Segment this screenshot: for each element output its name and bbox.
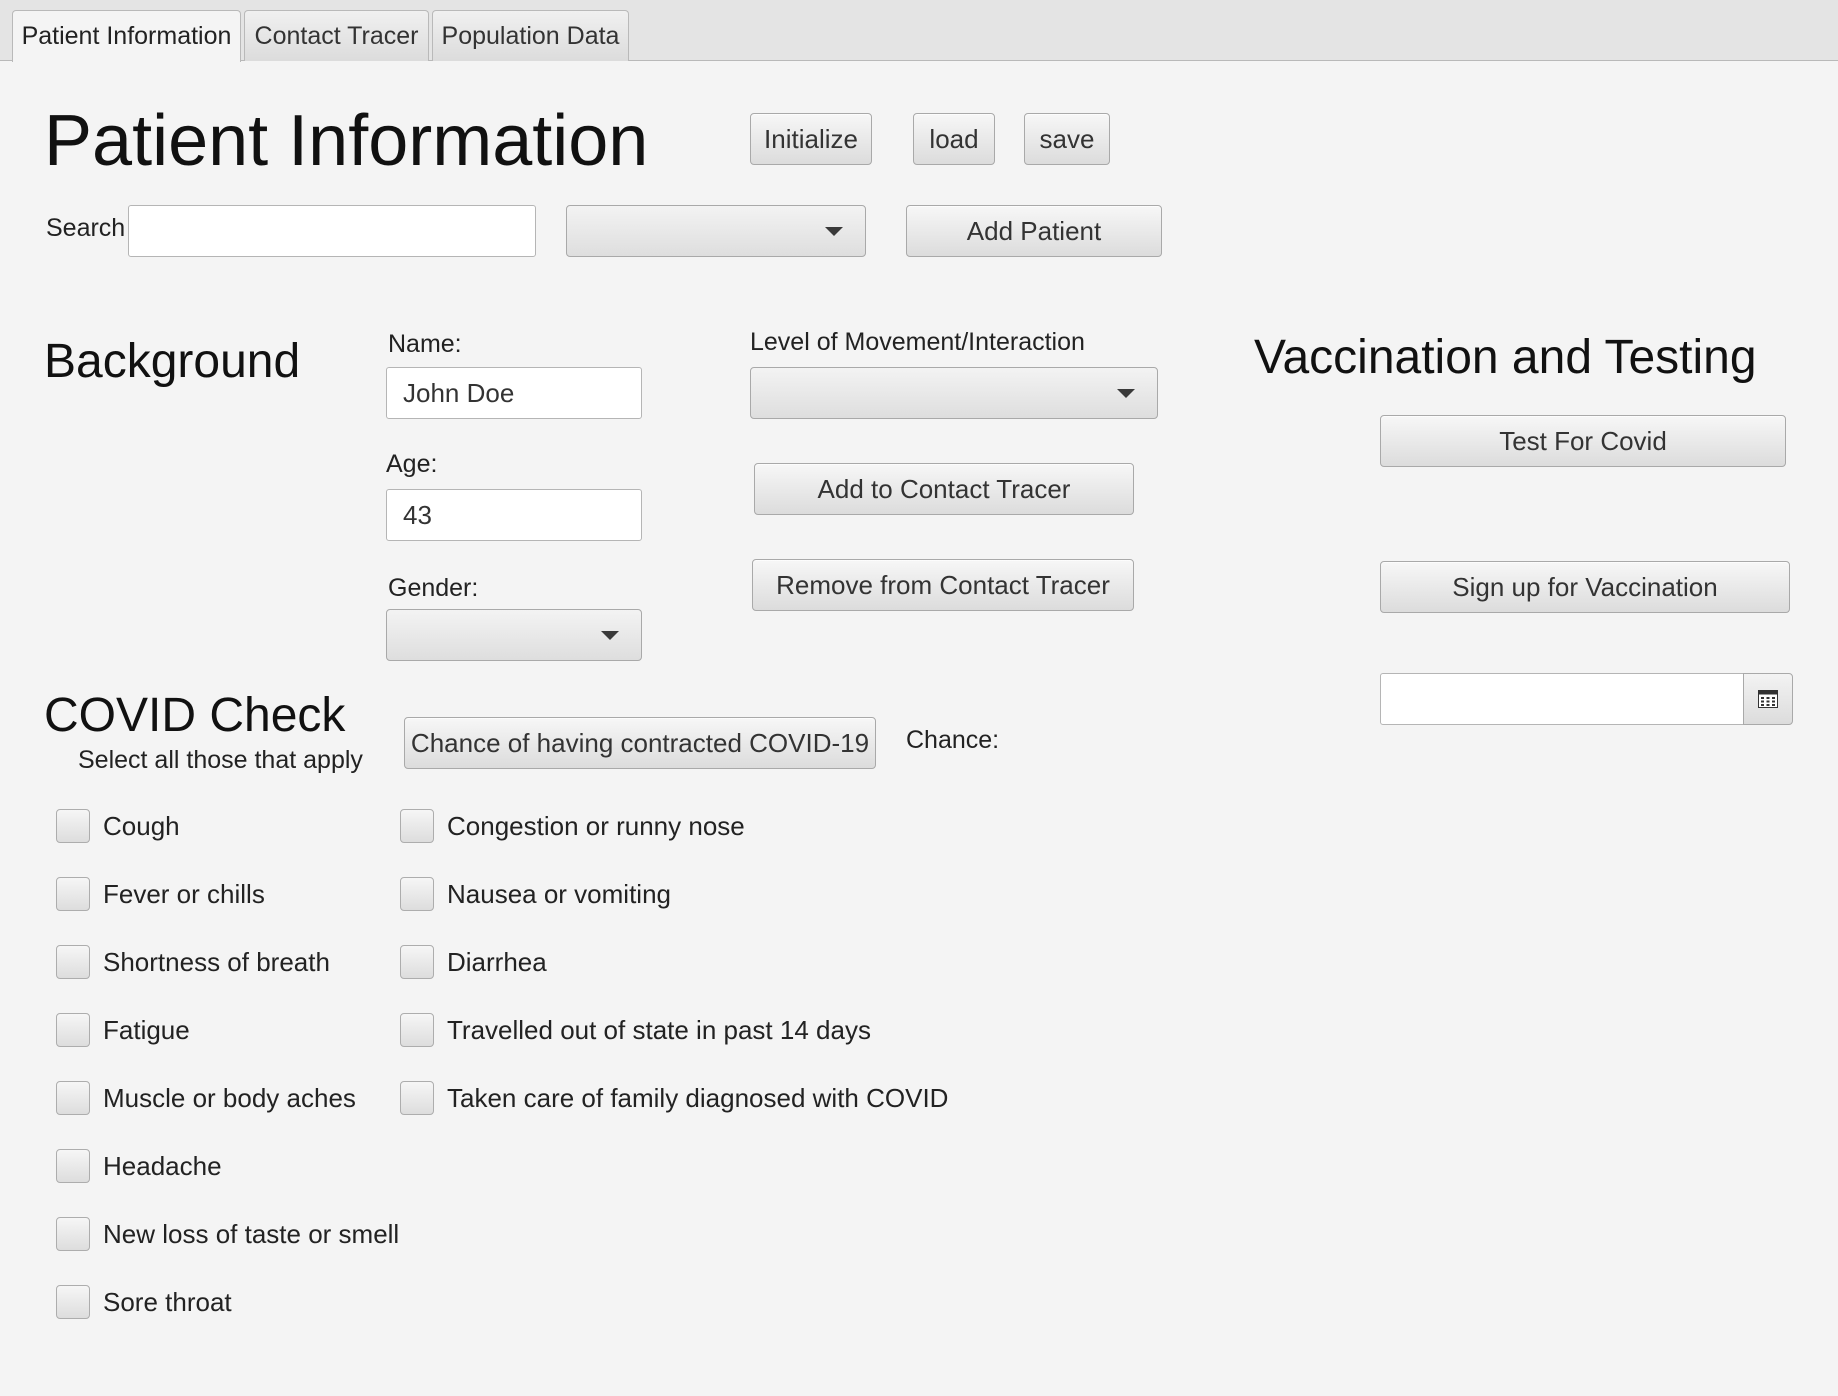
checkbox-muscle-or-body-aches[interactable]: Muscle or body aches	[56, 1080, 356, 1116]
checkbox-shortness-of-breath[interactable]: Shortness of breath	[56, 944, 330, 980]
checkbox-box[interactable]	[56, 809, 90, 843]
checkbox-box[interactable]	[56, 1081, 90, 1115]
initialize-button[interactable]: Initialize	[750, 113, 872, 165]
checkbox-box[interactable]	[400, 877, 434, 911]
vaccination-date-field[interactable]	[1380, 673, 1744, 725]
checkbox-label: Travelled out of state in past 14 days	[447, 1014, 871, 1045]
test-for-covid-button[interactable]: Test For Covid	[1380, 415, 1786, 467]
chevron-down-icon	[1117, 389, 1135, 398]
tab-bar: Patient Information Contact Tracer Popul…	[0, 0, 1838, 62]
tab-label: Patient Information	[21, 22, 232, 50]
tab-label: Contact Tracer	[254, 21, 419, 50]
checkbox-box[interactable]	[56, 1217, 90, 1251]
checkbox-sore-throat[interactable]: Sore throat	[56, 1284, 232, 1320]
gender-dropdown[interactable]	[386, 609, 642, 661]
gender-label: Gender:	[388, 574, 479, 602]
checkbox-congestion-or-runny-nose[interactable]: Congestion or runny nose	[400, 808, 745, 844]
add-to-contact-tracer-button[interactable]: Add to Contact Tracer	[754, 463, 1134, 515]
add-patient-button[interactable]: Add Patient	[906, 205, 1162, 257]
checkbox-fatigue[interactable]: Fatigue	[56, 1012, 190, 1048]
age-label: Age:	[386, 450, 438, 478]
name-label: Name:	[388, 330, 462, 358]
remove-from-contact-tracer-button[interactable]: Remove from Contact Tracer	[752, 559, 1134, 611]
checkbox-box[interactable]	[400, 809, 434, 843]
movement-dropdown[interactable]	[750, 367, 1158, 419]
search-label: Search	[46, 214, 126, 242]
age-field[interactable]	[386, 489, 642, 541]
calendar-icon	[1758, 690, 1778, 708]
checkbox-box[interactable]	[56, 1285, 90, 1319]
checkbox-box[interactable]	[400, 1081, 434, 1115]
checkbox-label: Fatigue	[103, 1014, 190, 1045]
checkbox-diarrhea[interactable]: Diarrhea	[400, 944, 547, 980]
tab-contact-tracer[interactable]: Contact Tracer	[244, 10, 429, 61]
search-filter-dropdown[interactable]	[566, 205, 866, 257]
sign-up-vaccination-button[interactable]: Sign up for Vaccination	[1380, 561, 1790, 613]
tab-label: Population Data	[441, 21, 620, 50]
tab-population-data[interactable]: Population Data	[432, 10, 629, 61]
load-button[interactable]: load	[913, 113, 995, 165]
checkbox-new-loss-of-taste-or-smell[interactable]: New loss of taste or smell	[56, 1216, 399, 1252]
checkbox-label: Fever or chills	[103, 878, 265, 909]
checkbox-fever-or-chills[interactable]: Fever or chills	[56, 876, 265, 912]
checkbox-box[interactable]	[56, 1149, 90, 1183]
checkbox-taken-care-of-family[interactable]: Taken care of family diagnosed with COVI…	[400, 1080, 948, 1116]
checkbox-label: Taken care of family diagnosed with COVI…	[447, 1082, 949, 1113]
checkbox-label: Muscle or body aches	[103, 1082, 356, 1113]
checkbox-box[interactable]	[400, 1013, 434, 1047]
chevron-down-icon	[601, 631, 619, 640]
checkbox-box[interactable]	[56, 945, 90, 979]
chance-label: Chance:	[906, 726, 1000, 754]
checkbox-label: Sore throat	[103, 1286, 232, 1317]
covid-check-heading: COVID Check	[44, 689, 346, 742]
chance-of-covid-button[interactable]: Chance of having contracted COVID-19	[404, 717, 876, 769]
checkbox-box[interactable]	[56, 877, 90, 911]
tab-patient-information[interactable]: Patient Information	[12, 10, 241, 62]
checkbox-travelled-out-of-state[interactable]: Travelled out of state in past 14 days	[400, 1012, 871, 1048]
checkbox-box[interactable]	[56, 1013, 90, 1047]
checkbox-headache[interactable]: Headache	[56, 1148, 222, 1184]
save-button[interactable]: save	[1024, 113, 1110, 165]
checkbox-cough[interactable]: Cough	[56, 808, 180, 844]
checkbox-label: Headache	[103, 1150, 222, 1181]
checkbox-label: Shortness of breath	[103, 946, 330, 977]
checkbox-nausea-or-vomiting[interactable]: Nausea or vomiting	[400, 876, 671, 912]
covid-check-subheading: Select all those that apply	[78, 746, 363, 774]
chevron-down-icon	[825, 227, 843, 236]
checkbox-label: Congestion or runny nose	[447, 810, 745, 841]
date-picker-button[interactable]	[1743, 673, 1793, 725]
checkbox-label: Nausea or vomiting	[447, 878, 671, 909]
background-heading: Background	[44, 335, 301, 388]
page-title: Patient Information	[44, 101, 649, 181]
checkbox-label: New loss of taste or smell	[103, 1218, 400, 1249]
checkbox-label: Cough	[103, 810, 180, 841]
search-input[interactable]	[128, 205, 536, 257]
movement-label: Level of Movement/Interaction	[750, 328, 1085, 356]
name-field[interactable]	[386, 367, 642, 419]
vaccination-heading: Vaccination and Testing	[1254, 331, 1757, 384]
checkbox-label: Diarrhea	[447, 946, 547, 977]
checkbox-box[interactable]	[400, 945, 434, 979]
